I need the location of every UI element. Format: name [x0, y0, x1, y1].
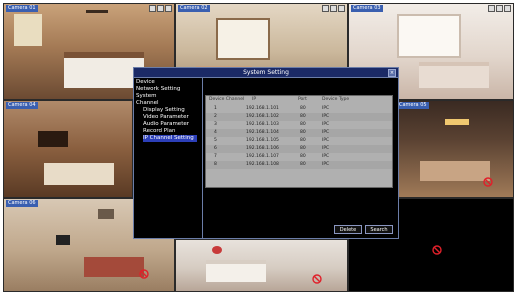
menu-item-display-setting[interactable]: Display Setting: [143, 107, 185, 114]
ip-channel-table: Device Channel IP Port Device Type 1 192.…: [205, 95, 393, 188]
table-cell: 80: [300, 138, 306, 143]
table-cell: IPC: [322, 122, 330, 127]
table-cell: 1: [214, 106, 217, 111]
table-row[interactable]: 8 192.168.1.108 80 IPC: [206, 161, 392, 169]
tv-wall: [38, 131, 68, 147]
status-icons: [322, 5, 345, 12]
delete-button[interactable]: Delete: [334, 225, 362, 234]
column-header-port: Port: [298, 97, 307, 102]
no-video-icon: [312, 274, 322, 284]
status-icons: [149, 5, 172, 12]
table-row[interactable]: 1 192.168.1.101 80 IPC: [206, 105, 392, 113]
table-cell: 6: [214, 146, 217, 151]
table-cell: 192.168.1.101: [246, 106, 279, 111]
table-cell: 80: [300, 114, 306, 119]
table-cell: IPC: [322, 138, 330, 143]
dvr-screen: Camera 01 Camera 02 Camera 03 Camera 04 …: [3, 3, 514, 292]
menu-item-channel[interactable]: Channel: [136, 100, 159, 107]
sofa: [44, 163, 114, 185]
search-button[interactable]: Search: [365, 225, 393, 234]
table-cell: 192.168.1.103: [246, 122, 279, 127]
table-cell: 4: [214, 130, 217, 135]
sofa: [84, 257, 144, 277]
camera-label: Camera 02: [178, 5, 210, 12]
menu-item-system[interactable]: System: [136, 93, 157, 100]
menu-item-network-setting[interactable]: Network Setting: [136, 86, 180, 93]
no-video-icon: [139, 269, 149, 279]
table-cell: 80: [300, 130, 306, 135]
camera-tile-5[interactable]: Camera 05: [394, 100, 514, 198]
tv: [56, 235, 70, 245]
menu-item-audio-parameter[interactable]: Audio Parameter: [143, 121, 189, 128]
table-row[interactable]: 3 192.168.1.103 80 IPC: [206, 121, 392, 129]
column-header-ip: IP: [252, 97, 257, 102]
menu-item-device[interactable]: Device: [136, 79, 155, 86]
window: [14, 14, 42, 46]
table-cell: 80: [300, 146, 306, 151]
table-cell: 80: [300, 122, 306, 127]
table-cell: IPC: [322, 146, 330, 151]
table-row[interactable]: 2 192.168.1.102 80 IPC: [206, 113, 392, 121]
camera-tile-7[interactable]: [175, 239, 348, 292]
sofa: [206, 260, 266, 282]
table-row[interactable]: 6 192.168.1.106 80 IPC: [206, 145, 392, 153]
table-cell: 80: [300, 154, 306, 159]
table-cell: 192.168.1.102: [246, 114, 279, 119]
sofa: [420, 161, 490, 181]
system-setting-dialog: System Setting × Device Network Setting …: [133, 67, 399, 239]
sofa: [419, 62, 489, 88]
table-cell: 192.168.1.106: [246, 146, 279, 151]
table-cell: IPC: [322, 114, 330, 119]
table-row[interactable]: 4 192.168.1.104 80 IPC: [206, 129, 392, 137]
dialog-title: System Setting: [134, 68, 398, 78]
camera-label: Camera 03: [351, 5, 383, 12]
wall-art: [98, 209, 114, 219]
table-cell: 8: [214, 162, 217, 167]
table-cell: 2: [214, 114, 217, 119]
table-cell: 192.168.1.104: [246, 130, 279, 135]
camera-label: Camera 01: [6, 5, 38, 12]
table-cell: 192.168.1.108: [246, 162, 279, 167]
table-row[interactable]: 5 192.168.1.105 80 IPC: [206, 137, 392, 145]
table-cell: IPC: [322, 130, 330, 135]
camera-label: Camera 05: [397, 102, 429, 109]
table-cell: 5: [214, 138, 217, 143]
status-icons: [488, 5, 511, 12]
table-cell: 80: [300, 162, 306, 167]
camera-label: Camera 06: [6, 200, 38, 207]
table-cell: IPC: [322, 154, 330, 159]
window: [397, 14, 461, 58]
camera-tile-4[interactable]: Camera 04: [3, 100, 133, 198]
bed: [64, 52, 144, 88]
menu-item-video-parameter[interactable]: Video Parameter: [143, 114, 189, 121]
table-cell: 192.168.1.105: [246, 138, 279, 143]
table-cell: 3: [214, 122, 217, 127]
table-cell: 192.168.1.107: [246, 154, 279, 159]
column-header-channel: Device Channel: [209, 97, 245, 102]
flowers: [212, 246, 222, 254]
camera-label: Camera 04: [6, 102, 38, 109]
table-cell: IPC: [322, 162, 330, 167]
close-icon[interactable]: ×: [388, 69, 396, 77]
table-cell: 7: [214, 154, 217, 159]
no-video-icon: [483, 177, 493, 187]
table-cell: 80: [300, 106, 306, 111]
column-header-device-type: Device Type: [322, 97, 350, 102]
settings-menu: Device Network Setting System Channel Di…: [134, 78, 203, 238]
menu-item-ip-channel-setting[interactable]: IP Channel Setting: [143, 135, 197, 142]
window: [216, 18, 270, 60]
no-video-icon: [432, 245, 442, 255]
menu-item-record-plan[interactable]: Record Plan: [143, 128, 175, 135]
ceiling-light: [445, 119, 469, 125]
ceiling-fan: [86, 10, 108, 13]
camera-5-view: [395, 101, 513, 197]
table-cell: IPC: [322, 106, 330, 111]
table-row[interactable]: 7 192.168.1.107 80 IPC: [206, 153, 392, 161]
